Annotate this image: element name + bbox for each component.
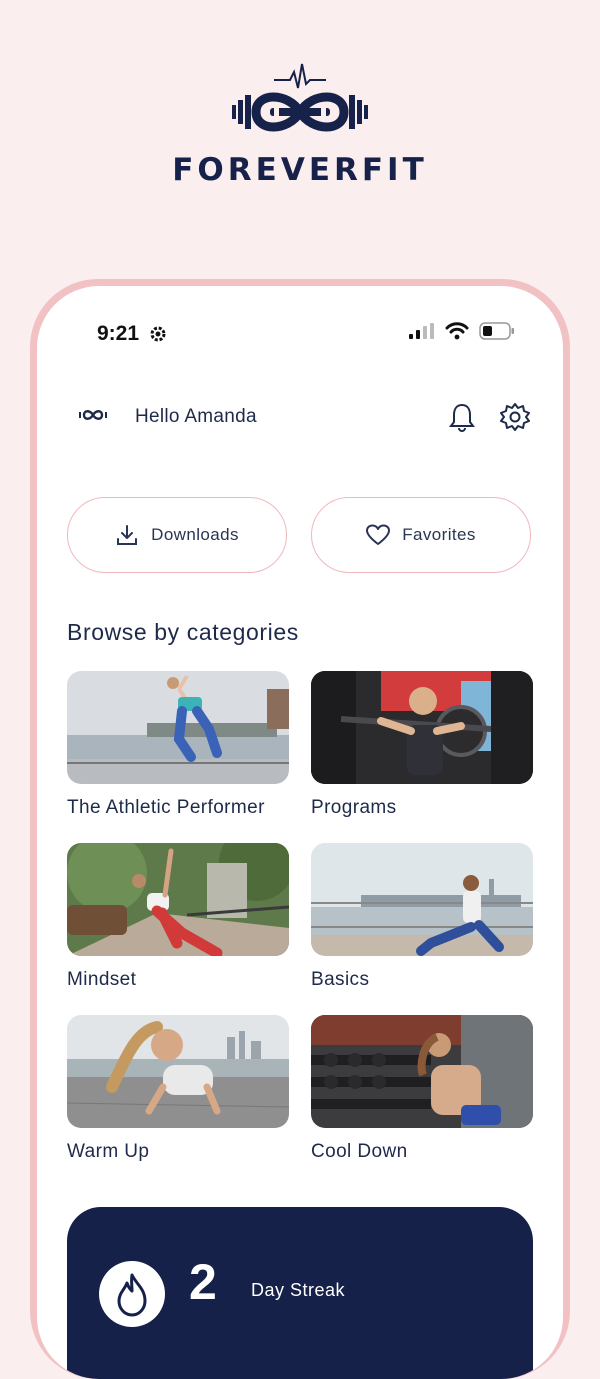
battery-icon — [479, 322, 514, 340]
flame-icon — [117, 1273, 147, 1317]
streak-badge — [99, 1261, 165, 1327]
category-image — [67, 671, 289, 784]
streak-card[interactable]: 2 Day Streak — [67, 1207, 533, 1379]
app-logo-icon — [79, 410, 107, 420]
app-header: Hello Amanda — [37, 398, 563, 438]
gear-status-icon — [150, 326, 166, 342]
category-card-athletic-performer[interactable]: The Athletic Performer — [67, 671, 289, 819]
streak-label: Day Streak — [251, 1280, 346, 1300]
greeting-text: Hello Amanda — [135, 406, 257, 427]
downloads-button[interactable]: Downloads — [67, 497, 287, 573]
category-label: Cool Down — [311, 1141, 408, 1162]
category-card-warm-up[interactable]: Warm Up — [67, 1015, 289, 1163]
favorites-label: Favorites — [402, 525, 476, 544]
category-image — [67, 1015, 289, 1128]
signal-icon — [409, 323, 434, 339]
downloads-label: Downloads — [151, 525, 239, 544]
category-image — [311, 671, 533, 784]
bell-icon[interactable] — [449, 402, 475, 432]
status-time: 9:21 — [97, 322, 140, 345]
status-icons — [409, 322, 515, 340]
category-image — [67, 843, 289, 956]
categories-title: Browse by categories — [67, 619, 299, 645]
category-card-cool-down[interactable]: Cool Down — [311, 1015, 533, 1163]
category-card-programs[interactable]: Programs — [311, 671, 533, 819]
category-label: Mindset — [67, 969, 137, 990]
brand-name: FOREVERFIT — [172, 152, 428, 188]
category-card-basics[interactable]: Basics — [311, 843, 533, 991]
favorites-button[interactable]: Favorites — [311, 497, 531, 573]
streak-value: 2 — [189, 1254, 217, 1310]
category-label: Basics — [311, 969, 370, 990]
status-bar: 9:21 — [37, 316, 563, 346]
category-card-mindset[interactable]: Mindset — [67, 843, 289, 991]
heart-icon — [366, 524, 391, 545]
category-label: The Athletic Performer — [67, 797, 265, 818]
foreverfit-logo-icon — [232, 63, 368, 132]
wifi-icon — [445, 322, 469, 340]
category-label: Warm Up — [67, 1141, 150, 1162]
category-image — [311, 843, 533, 956]
settings-icon[interactable] — [500, 402, 530, 432]
category-label: Programs — [311, 797, 397, 818]
download-icon — [117, 525, 138, 545]
phone-frame: 9:21 Hello Amanda Downloads Favorites Br… — [30, 279, 570, 1379]
app-screen: 9:21 Hello Amanda Downloads Favorites Br… — [37, 286, 563, 1379]
category-image — [311, 1015, 533, 1128]
brand-header: FOREVERFIT — [0, 62, 600, 188]
